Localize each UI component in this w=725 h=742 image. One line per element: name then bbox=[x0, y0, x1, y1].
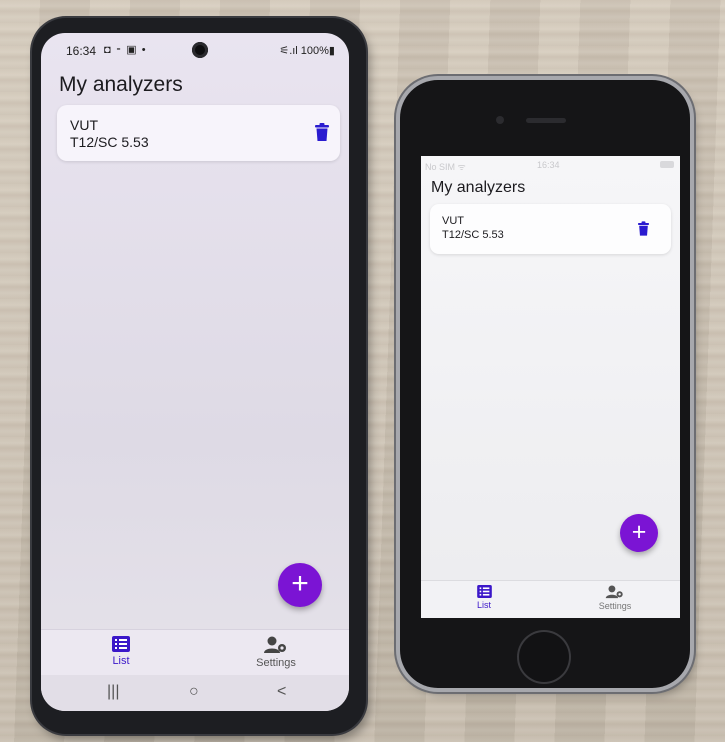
tab-list[interactable]: List bbox=[96, 636, 146, 667]
earpiece-speaker bbox=[526, 118, 566, 123]
analyzer-card[interactable]: VUT T12/SC 5.53 bbox=[57, 105, 340, 161]
status-battery: ⚟.ıl 100%▮ bbox=[279, 45, 335, 57]
tab-list-label: List bbox=[476, 600, 491, 610]
android-phone: 16:34 ◘ ⁃ ▣ • ⚟.ıl 100%▮ My analyzers VU… bbox=[32, 18, 366, 734]
tab-list-label: List bbox=[112, 655, 130, 667]
page-title: My analyzers bbox=[59, 73, 183, 96]
status-time: 16:34 bbox=[537, 160, 560, 170]
tab-settings-label: Settings bbox=[598, 601, 632, 611]
tab-settings[interactable]: Settings bbox=[246, 636, 306, 669]
tab-list[interactable]: List bbox=[464, 585, 504, 610]
analyzer-version: T12/SC 5.53 bbox=[442, 229, 504, 241]
front-camera bbox=[496, 116, 504, 124]
user-gear-icon bbox=[605, 585, 623, 599]
page-title: My analyzers bbox=[431, 179, 526, 196]
status-notification-icons: ◘ ⁃ ▣ • bbox=[104, 44, 147, 56]
analyzer-card[interactable]: VUT T12/SC 5.53 bbox=[430, 204, 671, 254]
bottom-navigation: List Settings bbox=[41, 629, 349, 676]
home-button[interactable] bbox=[519, 632, 569, 682]
status-bar: No SIM ᯤ 16:34 bbox=[421, 156, 680, 174]
iphone: No SIM ᯤ 16:34 My analyzers VUT T12/SC 5… bbox=[400, 80, 690, 688]
tab-settings[interactable]: Settings bbox=[590, 585, 640, 611]
analyzer-name: VUT bbox=[442, 215, 464, 227]
status-carrier: No SIM ᯤ bbox=[425, 162, 466, 172]
recents-button[interactable]: ||| bbox=[107, 683, 119, 701]
front-camera bbox=[192, 42, 208, 58]
iphone-screen: No SIM ᯤ 16:34 My analyzers VUT T12/SC 5… bbox=[421, 156, 680, 618]
bottom-navigation: List Settings bbox=[421, 580, 680, 618]
list-icon bbox=[112, 636, 130, 652]
battery-icon bbox=[660, 161, 674, 168]
add-analyzer-button[interactable]: + bbox=[278, 563, 322, 607]
home-button[interactable]: ○ bbox=[189, 683, 199, 701]
status-time: 16:34 bbox=[66, 44, 97, 58]
list-icon bbox=[476, 585, 492, 598]
analyzer-version: T12/SC 5.53 bbox=[70, 134, 149, 150]
add-analyzer-button[interactable]: + bbox=[620, 514, 658, 552]
user-gear-icon bbox=[264, 636, 286, 653]
android-screen: 16:34 ◘ ⁃ ▣ • ⚟.ıl 100%▮ My analyzers VU… bbox=[41, 33, 349, 711]
tab-settings-label: Settings bbox=[256, 657, 296, 669]
back-button[interactable]: < bbox=[277, 683, 286, 701]
trash-icon[interactable] bbox=[315, 123, 329, 141]
analyzer-name: VUT bbox=[70, 117, 98, 133]
trash-icon[interactable] bbox=[638, 221, 649, 236]
system-navigation-bar: ||| ○ < bbox=[41, 675, 349, 711]
